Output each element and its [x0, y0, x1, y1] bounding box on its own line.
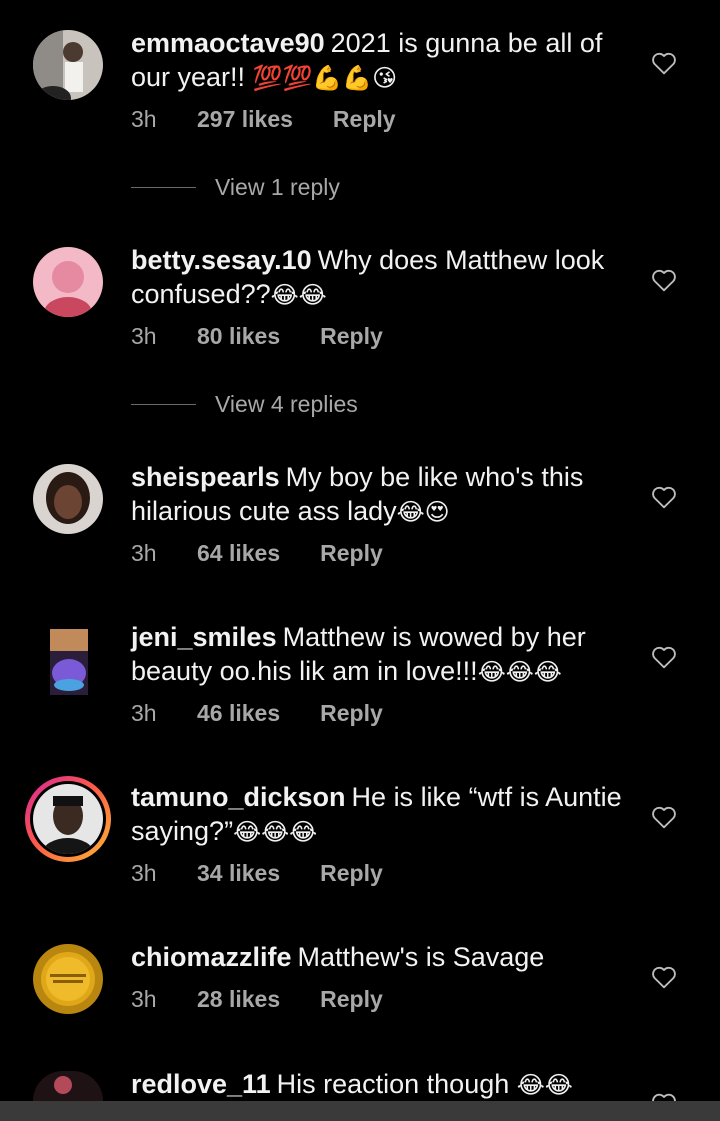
comment-emoji: 😂😍: [396, 499, 450, 526]
avatar-photo: [33, 464, 103, 534]
view-replies-button[interactable]: View 1 reply: [131, 174, 340, 201]
heart-icon[interactable]: [651, 805, 677, 829]
divider: [131, 187, 196, 188]
comment-meta: 3h 297 likes Reply: [131, 106, 396, 133]
comment-time: 3h: [131, 540, 157, 566]
avatar-photo: [33, 30, 103, 100]
avatar[interactable]: [33, 1071, 103, 1101]
comment-body: Matthew's is Savage: [297, 942, 545, 972]
comment-meta: 3h 46 likes Reply: [131, 700, 383, 727]
comment-likes[interactable]: 297 likes: [197, 106, 293, 133]
heart-icon[interactable]: [651, 1092, 677, 1101]
comment-time: 3h: [131, 323, 157, 349]
comment-likes[interactable]: 34 likes: [197, 860, 280, 887]
comment-meta: 3h 34 likes Reply: [131, 860, 383, 887]
avatar: [33, 784, 103, 854]
comment-text: betty.sesay.10 Why does Matthew look conf…: [131, 243, 631, 313]
comment-username[interactable]: tamuno_dickson: [131, 782, 346, 812]
avatar[interactable]: [33, 247, 103, 317]
heart-icon[interactable]: [651, 268, 677, 292]
comment-likes[interactable]: 80 likes: [197, 323, 280, 350]
comment-text: redlove_11 His reaction though 😂😂: [131, 1067, 631, 1103]
comment-text: tamuno_dickson He is like “wtf is Auntie …: [131, 780, 631, 850]
avatar[interactable]: [33, 944, 103, 1014]
comment-username[interactable]: redlove_11: [131, 1069, 271, 1099]
comment-username[interactable]: betty.sesay.10: [131, 245, 312, 275]
story-ring-gap: [30, 781, 106, 857]
reply-button[interactable]: Reply: [320, 700, 383, 727]
avatar-photo: [33, 247, 103, 317]
comment-username[interactable]: sheispearls: [131, 462, 280, 492]
avatar[interactable]: [50, 629, 88, 695]
avatar[interactable]: [33, 30, 103, 100]
heart-icon[interactable]: [651, 485, 677, 509]
comment-text: chiomazzlife Matthew's is Savage: [131, 940, 631, 974]
avatar-story-ring[interactable]: [25, 776, 111, 862]
reply-button[interactable]: Reply: [320, 540, 383, 567]
comment-emoji: 😂😂😂: [233, 819, 318, 846]
comment-time: 3h: [131, 700, 157, 726]
comment-emoji: 💯💯💪💪😘: [252, 65, 398, 92]
avatar-photo: [33, 1071, 103, 1101]
comment-meta: 3h 28 likes Reply: [131, 986, 383, 1013]
comment-emoji: 😂😂😂: [477, 659, 562, 686]
avatar-photo: [33, 944, 103, 1014]
comment-likes[interactable]: 64 likes: [197, 540, 280, 567]
comment-likes[interactable]: 46 likes: [197, 700, 280, 727]
comment-text: emmaoctave90 2021 is gunna be all of our …: [131, 26, 631, 96]
avatar-photo: [33, 784, 103, 854]
divider: [131, 404, 196, 405]
comment-time: 3h: [131, 860, 157, 886]
comment-username[interactable]: chiomazzlife: [131, 942, 292, 972]
comment-meta: 3h 80 likes Reply: [131, 323, 383, 350]
comment-username[interactable]: emmaoctave90: [131, 28, 325, 58]
avatar-photo: [50, 629, 88, 695]
reply-button[interactable]: Reply: [320, 860, 383, 887]
comment-time: 3h: [131, 986, 157, 1012]
comment-body: His reaction though: [276, 1069, 510, 1099]
reply-button[interactable]: Reply: [333, 106, 396, 133]
comment-time: 3h: [131, 106, 157, 132]
view-replies-label: View 1 reply: [215, 174, 340, 200]
reply-button[interactable]: Reply: [320, 323, 383, 350]
comment-meta: 3h 64 likes Reply: [131, 540, 383, 567]
comment-likes[interactable]: 28 likes: [197, 986, 280, 1013]
bottom-navigation-bar: [0, 1101, 720, 1121]
comment-text: jeni_smiles Matthew is wowed by her beaut…: [131, 620, 631, 690]
comment-username[interactable]: jeni_smiles: [131, 622, 277, 652]
heart-icon[interactable]: [651, 51, 677, 75]
comment-emoji: 😂😂: [516, 1072, 573, 1099]
view-replies-label: View 4 replies: [215, 391, 358, 417]
comment-text: sheispearls My boy be like who's this hil…: [131, 460, 631, 530]
heart-icon[interactable]: [651, 965, 677, 989]
view-replies-button[interactable]: View 4 replies: [131, 391, 358, 418]
heart-icon[interactable]: [651, 645, 677, 669]
reply-button[interactable]: Reply: [320, 986, 383, 1013]
avatar[interactable]: [33, 464, 103, 534]
comment-emoji: 😂😂: [270, 282, 327, 309]
